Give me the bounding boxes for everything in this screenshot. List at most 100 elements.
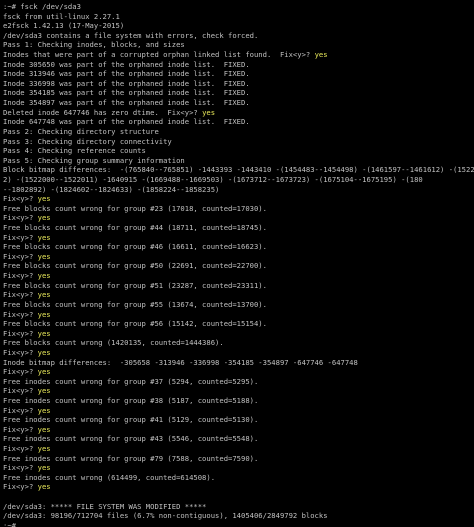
line-text: Inode 354897 was part of the orphaned in… <box>3 98 250 108</box>
output-line: Fix<y>? yes <box>3 290 474 300</box>
output-line: Free blocks count wrong for group #50 (2… <box>3 261 474 271</box>
output-line: Free blocks count wrong (1420135, counte… <box>3 338 474 348</box>
line-text: Fix<y>? <box>3 367 38 377</box>
output-line: Pass 3: Checking directory connectivity <box>3 137 474 147</box>
answer-text: yes <box>37 271 51 281</box>
prompt-line: :~# <box>3 521 474 527</box>
answer-text: yes <box>37 405 51 415</box>
output-line: Free inodes count wrong for group #38 (5… <box>3 396 474 406</box>
output-line: Fix<y>? yes <box>3 213 474 223</box>
output-line: Free blocks count wrong for group #44 (1… <box>3 223 474 233</box>
output-line: e2fsck 1.42.13 (17-May-2015) <box>3 21 474 31</box>
line-text: Free inodes count wrong for group #41 (5… <box>3 415 259 425</box>
line-text: Fix<y>? <box>3 328 38 338</box>
output-line: Free blocks count wrong for group #23 (1… <box>3 204 474 214</box>
line-text: :~# <box>3 520 21 527</box>
output-line: Free blocks count wrong for group #51 (2… <box>3 281 474 291</box>
answer-text: yes <box>37 251 51 261</box>
line-text: Fix<y>? <box>3 271 38 281</box>
line-text: Inode 305650 was part of the orphaned in… <box>3 59 250 69</box>
line-text: Fix<y>? <box>3 194 38 204</box>
line-text: :~# fsck /dev/sda3 <box>3 2 81 11</box>
answer-text: yes <box>37 309 51 319</box>
line-text: Fix<y>? <box>3 232 38 242</box>
output-line: fsck from util-linux 2.27.1 <box>3 12 474 22</box>
output-line: Fix<y>? yes <box>3 348 474 358</box>
output-line: Free inodes count wrong for group #41 (5… <box>3 415 474 425</box>
line-text: Pass 1: Checking inodes, blocks, and siz… <box>3 40 185 50</box>
line-text: --1802892) -(1824602--1824633) -(1858224… <box>3 184 220 194</box>
output-line: Pass 1: Checking inodes, blocks, and siz… <box>3 40 474 50</box>
output-line: 2) -(1522000--1522011) -1640915 -(166948… <box>3 175 474 185</box>
line-text: e2fsck 1.42.13 (17-May-2015) <box>3 21 125 31</box>
line-text: Free blocks count wrong for group #44 (1… <box>3 223 267 233</box>
output-line: --1802892) -(1824602--1824633) -(1858224… <box>3 185 474 195</box>
output-line: Inode 354897 was part of the orphaned in… <box>3 98 474 108</box>
line-text: Free inodes count wrong for group #43 (5… <box>3 434 259 444</box>
output-line: Inode 647748 was part of the orphaned in… <box>3 117 474 127</box>
output-line: Fix<y>? yes <box>3 425 474 435</box>
line-text: Fix<y>? <box>3 309 38 319</box>
line-text: Inode 336998 was part of the orphaned in… <box>3 78 250 88</box>
answer-text: yes <box>37 463 51 473</box>
output-line: /dev/sda3: ***** FILE SYSTEM WAS MODIFIE… <box>3 502 474 512</box>
output-line: Inode 336998 was part of the orphaned in… <box>3 79 474 89</box>
line-text: Free inodes count wrong (614499, counted… <box>3 472 216 482</box>
output-line: Free blocks count wrong for group #56 (1… <box>3 319 474 329</box>
output-line: Fix<y>? yes <box>3 367 474 377</box>
line-text: Fix<y>? <box>3 444 38 454</box>
answer-text: yes <box>37 444 51 454</box>
answer-text: yes <box>202 107 216 117</box>
answer-text: yes <box>37 290 51 300</box>
output-line: Fix<y>? yes <box>3 252 474 262</box>
line-text: Free inodes count wrong for group #79 (7… <box>3 453 259 463</box>
line-text: Block bitmap differences: -(765840--7658… <box>3 165 474 175</box>
output-line: Fix<y>? yes <box>3 310 474 320</box>
answer-text: yes <box>37 347 51 357</box>
line-text: Free blocks count wrong for group #51 (2… <box>3 280 267 290</box>
output-line: Inodes that were part of a corrupted orp… <box>3 50 474 60</box>
answer-text: yes <box>314 50 328 60</box>
terminal-window[interactable]: :~# fsck /dev/sda3 fsck from util-linux 2… <box>0 0 474 527</box>
line-text: Fix<y>? <box>3 482 38 492</box>
answer-text: yes <box>37 386 51 396</box>
output-line: /dev/sda3: 98196/712704 files (6.7% non-… <box>3 511 474 521</box>
line-text: Pass 5: Checking group summary informati… <box>3 155 185 165</box>
output-line: Pass 2: Checking directory structure <box>3 127 474 137</box>
line-text: Free blocks count wrong for group #23 (1… <box>3 203 267 213</box>
line-text: /dev/sda3 contains a file system with er… <box>3 30 259 40</box>
output-line: Fix<y>? yes <box>3 329 474 339</box>
line-text: fsck from util-linux 2.27.1 <box>3 11 120 21</box>
output-line: Deleted inode 647746 has zero dtime. Fix… <box>3 108 474 118</box>
line-text: Inode 647748 was part of the orphaned in… <box>3 117 250 127</box>
line-text: Fix<y>? <box>3 251 38 261</box>
output-line: /dev/sda3 contains a file system with er… <box>3 31 474 41</box>
line-text: 2) -(1522000--1522011) -1640915 -(166948… <box>3 174 423 184</box>
line-text: Free blocks count wrong (1420135, counte… <box>3 338 224 348</box>
line-text: Free blocks count wrong for group #46 (1… <box>3 242 267 252</box>
output-line: Free blocks count wrong for group #55 (1… <box>3 300 474 310</box>
line-text: Fix<y>? <box>3 405 38 415</box>
line-text: Fix<y>? <box>3 386 38 396</box>
output-line: :~# fsck /dev/sda3 <box>3 2 474 12</box>
output-line: Inode 305650 was part of the orphaned in… <box>3 60 474 70</box>
line-text: Free inodes count wrong for group #38 (5… <box>3 395 259 405</box>
line-text: Pass 4: Checking reference counts <box>3 146 146 156</box>
output-line: Free blocks count wrong for group #46 (1… <box>3 242 474 252</box>
answer-text: yes <box>37 482 51 492</box>
line-text: Fix<y>? <box>3 347 38 357</box>
terminal-output: :~# fsck /dev/sda3 fsck from util-linux 2… <box>3 2 474 527</box>
output-line: Fix<y>? yes <box>3 444 474 454</box>
line-text: Free blocks count wrong for group #56 (1… <box>3 319 267 329</box>
output-line: Free inodes count wrong for group #37 (5… <box>3 377 474 387</box>
line-text: Fix<y>? <box>3 290 38 300</box>
output-line: Inode bitmap differences: -305658 -31394… <box>3 358 474 368</box>
answer-text: yes <box>37 194 51 204</box>
line-text: Free inodes count wrong for group #37 (5… <box>3 376 259 386</box>
output-line: Fix<y>? yes <box>3 271 474 281</box>
answer-text: yes <box>37 367 51 377</box>
output-line: Fix<y>? yes <box>3 386 474 396</box>
line-text: /dev/sda3: ***** FILE SYSTEM WAS MODIFIE… <box>3 501 207 511</box>
line-text: Free blocks count wrong for group #55 (1… <box>3 299 267 309</box>
